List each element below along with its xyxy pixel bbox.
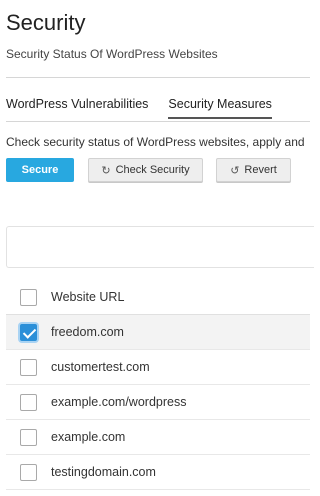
revert-icon: ↺ (230, 164, 240, 177)
website-url: example.com/wordpress (51, 395, 187, 409)
website-list: Website URL freedom.com customertest.com… (6, 280, 310, 490)
table-row[interactable]: customertest.com (6, 350, 310, 385)
tab-bar: WordPress Vulnerabilities Security Measu… (6, 97, 292, 119)
page-title: Security (6, 10, 86, 35)
table-row[interactable]: freedom.com (6, 315, 310, 350)
description-text: Check security status of WordPress websi… (6, 135, 305, 149)
website-url: freedom.com (51, 325, 124, 339)
refresh-icon: ↻ (101, 164, 111, 177)
website-url: example.com (51, 430, 126, 444)
website-url: customertest.com (51, 360, 150, 374)
revert-label: Revert (244, 164, 277, 176)
page-subtitle: Security Status Of WordPress Websites (6, 47, 218, 61)
row-checkbox[interactable] (20, 393, 37, 411)
check-security-button[interactable]: ↻ Check Security (88, 158, 203, 182)
tabs-divider (6, 121, 310, 122)
select-all-checkbox[interactable] (20, 288, 37, 306)
tab-security-measures[interactable]: Security Measures (168, 97, 272, 119)
filter-panel[interactable] (6, 226, 314, 268)
secure-button[interactable]: Secure (6, 158, 74, 182)
revert-button[interactable]: ↺ Revert (216, 158, 291, 182)
row-checkbox[interactable] (20, 463, 37, 481)
tab-wordpress-vulnerabilities[interactable]: WordPress Vulnerabilities (6, 97, 148, 119)
row-checkbox[interactable] (20, 428, 37, 446)
table-header-row: Website URL (6, 280, 310, 315)
check-security-label: Check Security (115, 164, 190, 176)
column-header-website-url: Website URL (51, 290, 125, 304)
row-checkbox[interactable] (20, 323, 37, 341)
row-checkbox[interactable] (20, 358, 37, 376)
divider (6, 77, 310, 78)
secure-button-label: Secure (21, 164, 59, 176)
website-url: testingdomain.com (51, 465, 156, 479)
table-row[interactable]: example.com/wordpress (6, 385, 310, 420)
table-row[interactable]: example.com (6, 420, 310, 455)
table-row[interactable]: testingdomain.com (6, 455, 310, 490)
